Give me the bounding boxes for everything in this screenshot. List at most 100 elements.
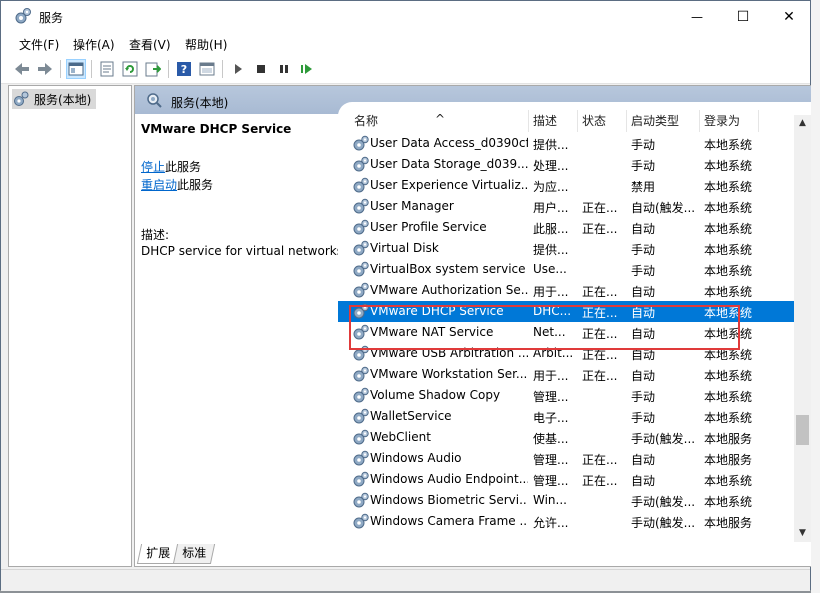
- table-row[interactable]: Windows Audio 管理... 正在... 自动 本地服务: [338, 448, 812, 469]
- service-logon-as: 本地系统: [704, 201, 753, 215]
- service-description: 此服...: [533, 222, 569, 236]
- vertical-scrollbar[interactable]: ▲ ▼: [794, 115, 811, 542]
- table-row[interactable]: User Manager 用户... 正在... 自动(触发... 本地系统: [338, 196, 812, 217]
- service-logon-as: 本地系统: [704, 138, 753, 152]
- service-startup-type: 手动(触发...: [631, 495, 696, 509]
- table-row[interactable]: Windows Camera Frame ... 允许... 手动(触发... 本地服…: [338, 511, 812, 532]
- service-status: 正在...: [582, 369, 618, 383]
- tree-item-services-local[interactable]: 服务(本地): [12, 89, 96, 109]
- minimize-button[interactable]: —: [674, 1, 720, 32]
- table-row[interactable]: VirtualBox system service Use... 手动 本地系统: [338, 259, 812, 280]
- service-startup-type: 手动: [631, 159, 656, 173]
- menu-action[interactable]: 操作(A): [73, 36, 115, 53]
- service-status: 正在...: [582, 453, 618, 467]
- table-row[interactable]: Volume Shadow Copy 管理... 手动 本地系统: [338, 385, 812, 406]
- service-description: 管理...: [533, 474, 569, 488]
- menu-view[interactable]: 查看(V): [129, 36, 171, 53]
- service-description: 电子...: [533, 411, 569, 425]
- column-header-startup-type[interactable]: 启动类型: [631, 112, 679, 129]
- refresh-button[interactable]: [120, 59, 140, 79]
- maximize-icon: ☐: [736, 8, 750, 25]
- scroll-up-icon[interactable]: ▲: [794, 115, 811, 132]
- forward-button[interactable]: [35, 59, 55, 79]
- service-gear-icon: [353, 240, 369, 256]
- description-label: 描述:: [141, 228, 170, 242]
- restart-action: 重启动此服务: [141, 176, 213, 193]
- sort-ascending-icon: ^: [435, 112, 446, 126]
- service-logon-as: 本地系统: [704, 474, 753, 488]
- menu-bar: 文件(F) 操作(A) 查看(V) 帮助(H): [1, 32, 810, 54]
- restart-service-link[interactable]: 重启动: [141, 178, 177, 192]
- maximize-button[interactable]: ☐: [720, 1, 766, 32]
- service-startup-type: 自动(触发...: [631, 201, 696, 215]
- restart-service-button[interactable]: [297, 59, 317, 79]
- service-logon-as: 本地服务: [704, 453, 753, 467]
- service-logon-as: 本地服务: [704, 432, 753, 446]
- tab-standard[interactable]: 标准: [172, 544, 216, 564]
- table-row[interactable]: Windows Biometric Servi... Win... 手动(触发...…: [338, 490, 812, 511]
- pause-service-button[interactable]: [274, 59, 294, 79]
- column-header-name[interactable]: 名称: [354, 112, 378, 129]
- menu-file[interactable]: 文件(F): [19, 36, 59, 53]
- service-startup-type: 手动: [631, 264, 656, 278]
- scroll-thumb[interactable]: [796, 415, 809, 445]
- service-description: 提供...: [533, 243, 569, 257]
- export-list-button[interactable]: [143, 59, 163, 79]
- service-description: Win...: [533, 493, 567, 507]
- service-gear-icon: [353, 387, 369, 403]
- detail-service-title: VMware DHCP Service: [141, 122, 292, 136]
- service-logon-as: 本地系统: [704, 180, 753, 194]
- stop-service-button[interactable]: [251, 59, 271, 79]
- service-gear-icon: [353, 408, 369, 424]
- table-row[interactable]: WebClient 使基... 手动(触发... 本地服务: [338, 427, 812, 448]
- table-row[interactable]: VMware Workstation Ser... 用于... 正在... 自动 本地系…: [338, 364, 812, 385]
- show-tree-button[interactable]: [66, 59, 86, 79]
- close-button[interactable]: ✕: [766, 1, 812, 32]
- stop-service-link[interactable]: 停止: [141, 160, 165, 174]
- service-name: VMware Authorization Se...: [370, 283, 528, 297]
- service-description: 管理...: [533, 390, 569, 404]
- service-name: VirtualBox system service: [370, 262, 526, 276]
- service-startup-type: 手动: [631, 411, 656, 425]
- service-logon-as: 本地系统: [704, 285, 753, 299]
- pane-header-title: 服务(本地): [171, 96, 229, 110]
- tab-extended-label: 扩展: [146, 546, 171, 560]
- refresh-icon: [122, 61, 138, 77]
- service-description: 用于...: [533, 285, 569, 299]
- help-button[interactable]: ?: [174, 59, 194, 79]
- table-row[interactable]: User Data Access_d0390cf 提供... 手动 本地系统: [338, 133, 812, 154]
- service-name: Windows Biometric Servi...: [370, 493, 528, 507]
- help-icon: ?: [177, 62, 191, 76]
- table-row[interactable]: WalletService 电子... 手动 本地系统: [338, 406, 812, 427]
- service-gear-icon: [353, 198, 369, 214]
- services-gear-icon: [15, 8, 31, 24]
- show-tree-icon: [68, 62, 84, 76]
- start-service-button[interactable]: [228, 59, 248, 79]
- title-bar[interactable]: 服务 — ☐ ✕: [1, 1, 810, 32]
- table-row[interactable]: Virtual Disk 提供... 手动 本地系统: [338, 238, 812, 259]
- menu-help[interactable]: 帮助(H): [185, 36, 227, 53]
- restart-service-icon: [301, 64, 312, 74]
- column-header-status[interactable]: 状态: [582, 112, 606, 129]
- service-startup-type: 手动(触发...: [631, 516, 696, 530]
- back-button[interactable]: [12, 59, 32, 79]
- service-startup-type: 手动: [631, 138, 656, 152]
- service-gear-icon: [353, 429, 369, 445]
- table-row[interactable]: Windows Audio Endpoint... 管理... 正在... 自动 本地系…: [338, 469, 812, 490]
- scroll-down-icon[interactable]: ▼: [794, 525, 811, 542]
- properties-button[interactable]: [97, 59, 117, 79]
- service-logon-as: 本地系统: [704, 243, 753, 257]
- column-header-description[interactable]: 描述: [533, 112, 557, 129]
- services-window: 服务 — ☐ ✕ 文件(F) 操作(A) 查看(V) 帮助(H) ? 服务(本地…: [0, 0, 812, 591]
- table-row[interactable]: User Profile Service 此服... 正在... 自动 本地系统: [338, 217, 812, 238]
- table-row[interactable]: User Experience Virtualiz... 为应... 禁用 本地系统: [338, 175, 812, 196]
- table-row[interactable]: User Data Storage_d039... 处理... 手动 本地系统: [338, 154, 812, 175]
- column-header-log-on-as[interactable]: 登录为: [704, 112, 740, 129]
- pause-service-icon: [280, 65, 288, 73]
- service-name: Virtual Disk: [370, 241, 439, 255]
- service-description: 为应...: [533, 180, 569, 194]
- service-startup-type: 自动: [631, 222, 656, 236]
- table-row[interactable]: VMware Authorization Se... 用于... 正在... 自动 本地…: [338, 280, 812, 301]
- service-description: 提供...: [533, 138, 569, 152]
- console-button[interactable]: [197, 59, 217, 79]
